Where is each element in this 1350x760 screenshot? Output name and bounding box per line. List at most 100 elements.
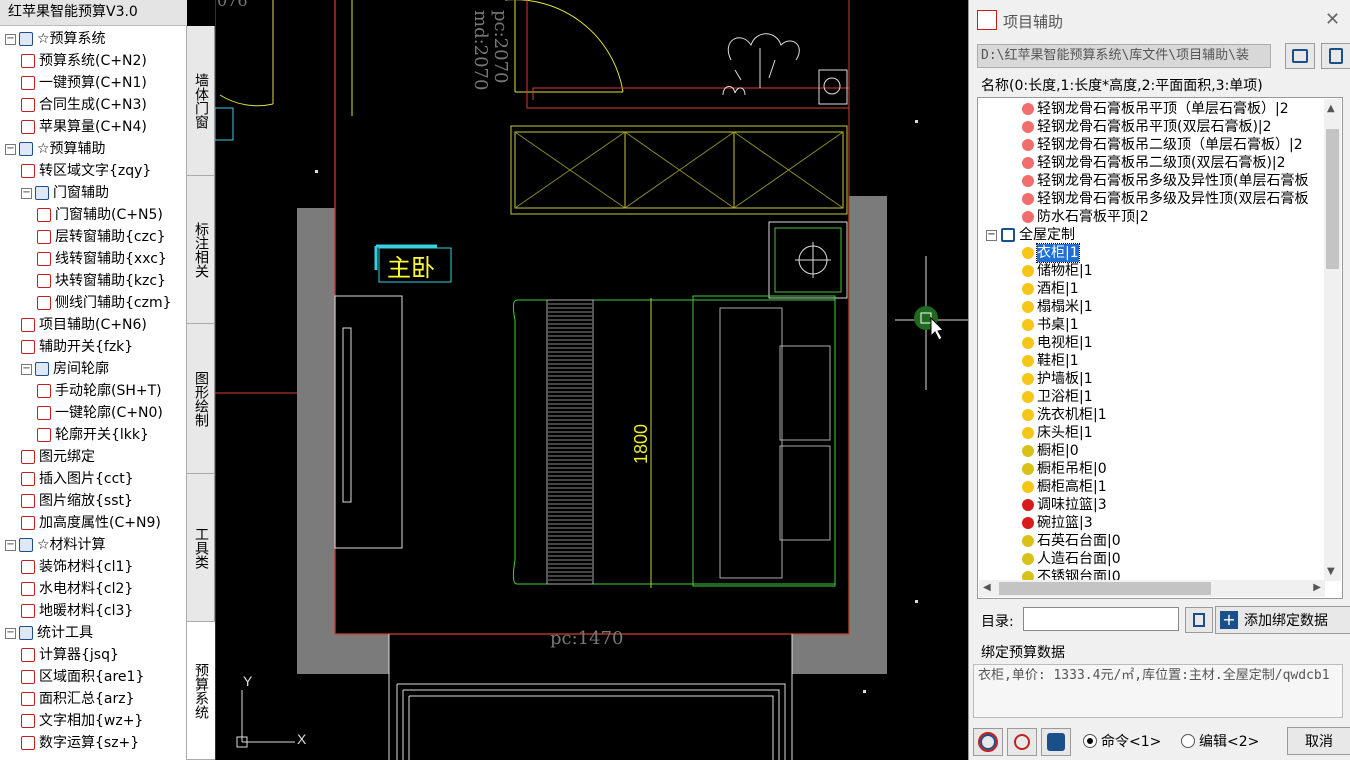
collapse-toggle-icon[interactable]: − [5, 143, 16, 155]
project-item[interactable]: 橱柜高柜|1 [1022, 478, 1107, 496]
project-folder[interactable]: − 全屋定制 [986, 226, 1075, 244]
tree-item[interactable]: 插入图片{cct} [21, 469, 134, 489]
vertical-scrollbar[interactable]: ▲ ▼ [1324, 99, 1341, 581]
project-tree[interactable]: 轻钢龙骨石膏板吊平顶（单层石膏板）|2 轻钢龙骨石膏板吊平顶(双层石膏板)|2 轻钢… [977, 97, 1343, 599]
tree-item[interactable]: 线转窗辅助{xxc} [37, 249, 167, 269]
radio-edit-dot[interactable] [1181, 734, 1195, 748]
radio-command-dot[interactable] [1083, 734, 1097, 748]
directory-input[interactable] [1023, 607, 1179, 631]
close-icon[interactable]: ✕ [1325, 9, 1340, 30]
add-bind-button[interactable]: + 添加绑定数据 [1215, 606, 1350, 634]
horizontal-scroll-thumb[interactable] [999, 582, 1211, 595]
target-button-1[interactable] [973, 728, 1003, 756]
project-item[interactable]: 储物柜|1 [1022, 262, 1093, 280]
tree-item[interactable]: 图片缩放{sst} [21, 491, 133, 511]
project-item[interactable]: 榻榻米|1 [1022, 298, 1093, 316]
radio-edit[interactable]: 编辑<2> [1181, 731, 1259, 751]
tree-folder[interactable]: − 统计工具 [5, 623, 93, 643]
tree-item[interactable]: 手动轮廓(SH+T) [37, 381, 162, 401]
tree-item[interactable]: 一键预算(C+N1) [21, 73, 147, 93]
project-item[interactable]: 衣柜|1 [1022, 243, 1080, 263]
project-item[interactable]: 轻钢龙骨石膏板吊多级及异性顶(双层石膏板 [1022, 190, 1308, 208]
project-item[interactable]: 碗拉篮|3 [1022, 514, 1093, 532]
directory-list-button[interactable] [1185, 607, 1213, 633]
project-item[interactable]: 轻钢龙骨石膏板吊二级顶(双层石膏板)|2 [1022, 154, 1286, 172]
vertical-tab[interactable]: 图形绘制 [187, 324, 215, 474]
project-item[interactable]: 书桌|1 [1022, 316, 1079, 334]
project-item[interactable]: 轻钢龙骨石膏板吊多级及异性顶(单层石膏板 [1022, 172, 1308, 190]
project-item[interactable]: 电视柜|1 [1022, 334, 1093, 352]
tree-item[interactable]: 文字相加{wz+} [21, 711, 143, 731]
tree-folder[interactable]: − 房间轮廓 [21, 359, 109, 379]
vertical-tab[interactable]: 工具类 [187, 474, 215, 622]
project-item[interactable]: 轻钢龙骨石膏板吊平顶(双层石膏板)|2 [1022, 118, 1272, 136]
tree-item[interactable]: 装饰材料{cl1} [21, 557, 133, 577]
project-item[interactable]: 防水石膏板平顶|2 [1022, 208, 1149, 226]
project-item[interactable]: 人造石台面|0 [1022, 550, 1121, 568]
project-item[interactable]: 卫浴柜|1 [1022, 388, 1093, 406]
collapse-toggle-icon[interactable]: − [5, 33, 16, 45]
project-item[interactable]: 橱柜吊柜|0 [1022, 460, 1107, 478]
cancel-button[interactable]: 取消 [1287, 727, 1350, 755]
project-item[interactable]: 调味拉篮|3 [1022, 496, 1107, 514]
tree-item[interactable]: 地暖材料{cl3} [21, 601, 133, 621]
tree-item[interactable]: 轮廓开关{lkk} [37, 425, 149, 445]
project-item[interactable]: 鞋柜|1 [1022, 352, 1079, 370]
tree-item[interactable]: 数字运算{sz+} [21, 733, 139, 753]
scroll-left-icon[interactable]: ◀ [983, 582, 991, 593]
search-button[interactable] [1041, 728, 1071, 756]
tree-item[interactable]: 侧线门辅助{czm} [37, 293, 172, 313]
tree-item[interactable]: 计算器{jsq} [21, 645, 119, 665]
collapse-toggle-icon[interactable]: − [986, 229, 997, 241]
vertical-tab-label: 图形绘制 [193, 370, 209, 427]
cad-canvas[interactable]: 1800 主卧 pc:1470 pc:2070 md:2070 076 Y X [215, 0, 968, 760]
legend-text: 名称(0:长度,1:长度*高度,2:平面面积,3:单项) [981, 78, 1263, 94]
tree-item[interactable]: 块转窗辅助{kzc} [37, 271, 166, 291]
tree-item[interactable]: 苹果算量(C+N4) [21, 117, 147, 137]
tree-folder[interactable]: − 门窗辅助 [21, 183, 109, 203]
radio-command[interactable]: 命令<1> [1083, 731, 1161, 751]
collapse-toggle-icon[interactable]: − [5, 627, 16, 639]
tree-item[interactable]: 面积汇总{arz} [21, 689, 135, 709]
horizontal-scrollbar[interactable]: ◀ ▶ [979, 580, 1325, 597]
project-item[interactable]: 石英石台面|0 [1022, 532, 1121, 550]
tree-item[interactable]: 一键轮廓(C+N0) [37, 403, 163, 423]
tree-item[interactable]: 水电材料{cl2} [21, 579, 133, 599]
tree-folder[interactable]: − ☆材料计算 [5, 535, 106, 555]
project-item[interactable]: 护墙板|1 [1022, 370, 1093, 388]
tree-item[interactable]: 加高度属性(C+N9) [21, 513, 161, 533]
list-button[interactable] [1321, 43, 1350, 69]
tool-icon [21, 692, 35, 706]
tree-item[interactable]: 合同生成(C+N3) [21, 95, 147, 115]
collapse-toggle-icon[interactable]: − [21, 187, 32, 199]
tree-item[interactable]: 辅助开关{fzk} [21, 337, 133, 357]
target-button-2[interactable] [1007, 728, 1037, 756]
tree-item[interactable]: 预算系统(C+N2) [21, 51, 147, 71]
scroll-down-icon[interactable]: ▼ [1327, 566, 1335, 577]
vertical-tab-label: 标注相关 [193, 221, 209, 278]
scroll-right-icon[interactable]: ▶ [1313, 582, 1321, 593]
tree-item[interactable]: 项目辅助(C+N6) [21, 315, 147, 335]
tree-item[interactable]: 转区域文字{zqy} [21, 161, 151, 181]
vertical-scroll-thumb[interactable] [1326, 129, 1339, 269]
collapse-toggle-icon[interactable]: − [21, 363, 32, 375]
tree-item[interactable]: 门窗辅助(C+N5) [37, 205, 163, 225]
project-item[interactable]: 轻钢龙骨石膏板吊二级顶（单层石膏板）|2 [1022, 136, 1303, 154]
scroll-up-icon[interactable]: ▲ [1327, 103, 1335, 114]
collapse-toggle-icon[interactable]: − [5, 539, 16, 551]
project-item[interactable]: 床头柜|1 [1022, 424, 1093, 442]
vertical-tab[interactable]: 标注相关 [187, 176, 215, 324]
tree-folder[interactable]: − ☆预算系统 [5, 29, 106, 49]
path-field[interactable]: D:\红苹果智能预算系统\库文件\项目辅助\装 [977, 44, 1271, 68]
vertical-tab[interactable]: 墙体门窗 [187, 26, 215, 176]
open-folder-button[interactable] [1285, 43, 1315, 69]
project-item[interactable]: 洗衣机柜|1 [1022, 406, 1107, 424]
vertical-tab[interactable]: 预算系统 [187, 622, 215, 760]
tree-folder[interactable]: − ☆预算辅助 [5, 139, 106, 159]
tree-item[interactable]: 图元绑定 [21, 447, 95, 467]
project-item[interactable]: 橱柜|0 [1022, 442, 1079, 460]
project-item[interactable]: 轻钢龙骨石膏板吊平顶（单层石膏板）|2 [1022, 100, 1289, 118]
tree-item[interactable]: 层转窗辅助{czc} [37, 227, 166, 247]
project-item[interactable]: 酒柜|1 [1022, 280, 1079, 298]
tree-item[interactable]: 区域面积{are1} [21, 667, 144, 687]
